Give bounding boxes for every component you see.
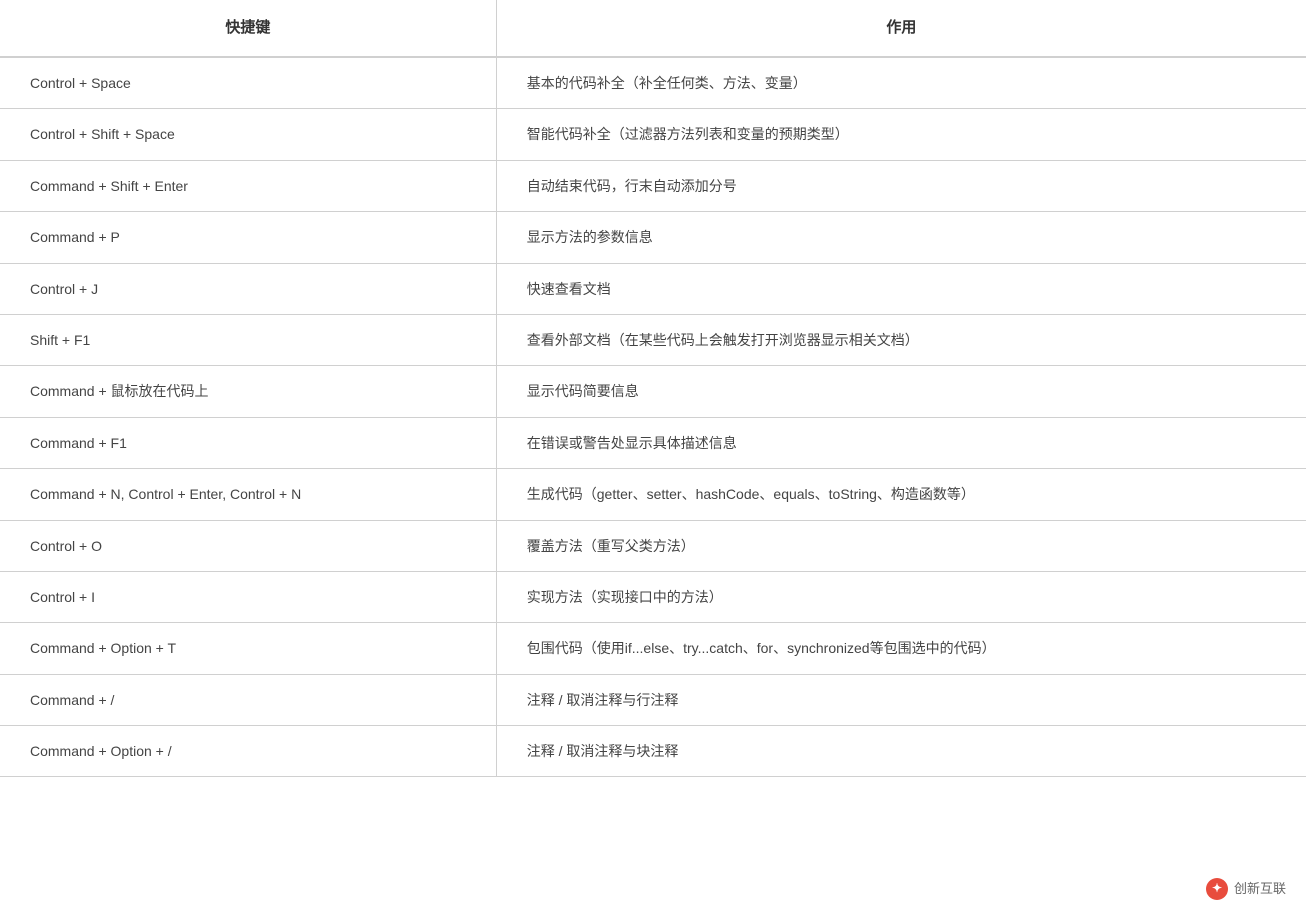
shortcut-key: Control + Shift + Space [0, 109, 496, 160]
shortcut-description: 注释 / 取消注释与块注释 [496, 726, 1306, 777]
table-row: Command + Option + /注释 / 取消注释与块注释 [0, 726, 1306, 777]
shortcut-description: 包围代码（使用if...else、try...catch、for、synchro… [496, 623, 1306, 674]
shortcut-description: 注释 / 取消注释与行注释 [496, 674, 1306, 725]
shortcut-description: 快速查看文档 [496, 263, 1306, 314]
watermark-logo-text: ✦ [1212, 879, 1222, 898]
shortcut-key: Command + Option + / [0, 726, 496, 777]
shortcut-key: Command + / [0, 674, 496, 725]
table-row: Command + F1在错误或警告处显示具体描述信息 [0, 417, 1306, 468]
shortcut-table: 快捷键 作用 Control + Space基本的代码补全（补全任何类、方法、变… [0, 0, 1306, 777]
table-row: Command + Shift + Enter自动结束代码，行末自动添加分号 [0, 160, 1306, 211]
shortcut-key: Control + I [0, 571, 496, 622]
table-row: Control + Shift + Space智能代码补全（过滤器方法列表和变量… [0, 109, 1306, 160]
shortcut-key: Shift + F1 [0, 314, 496, 365]
table-row: Control + Space基本的代码补全（补全任何类、方法、变量） [0, 57, 1306, 109]
shortcut-key: Control + J [0, 263, 496, 314]
table-row: Control + O覆盖方法（重写父类方法） [0, 520, 1306, 571]
table-row: Shift + F1查看外部文档（在某些代码上会触发打开浏览器显示相关文档） [0, 314, 1306, 365]
shortcut-description: 智能代码补全（过滤器方法列表和变量的预期类型） [496, 109, 1306, 160]
table-row: Command + /注释 / 取消注释与行注释 [0, 674, 1306, 725]
shortcut-key: Control + O [0, 520, 496, 571]
table-row: Command + 鼠标放在代码上显示代码简要信息 [0, 366, 1306, 417]
header-val: 作用 [496, 0, 1306, 57]
table-row: Command + Option + T包围代码（使用if...else、try… [0, 623, 1306, 674]
table-row: Command + P显示方法的参数信息 [0, 212, 1306, 263]
shortcut-key: Command + 鼠标放在代码上 [0, 366, 496, 417]
shortcut-key: Command + Shift + Enter [0, 160, 496, 211]
shortcut-key: Command + Option + T [0, 623, 496, 674]
shortcut-description: 覆盖方法（重写父类方法） [496, 520, 1306, 571]
watermark-logo: ✦ [1206, 878, 1228, 900]
shortcut-description: 在错误或警告处显示具体描述信息 [496, 417, 1306, 468]
shortcut-description: 基本的代码补全（补全任何类、方法、变量） [496, 57, 1306, 109]
shortcut-description: 生成代码（getter、setter、hashCode、equals、toStr… [496, 469, 1306, 520]
table-row: Command + N, Control + Enter, Control + … [0, 469, 1306, 520]
shortcut-key: Command + F1 [0, 417, 496, 468]
shortcut-description: 查看外部文档（在某些代码上会触发打开浏览器显示相关文档） [496, 314, 1306, 365]
shortcut-description: 显示方法的参数信息 [496, 212, 1306, 263]
shortcut-description: 自动结束代码，行末自动添加分号 [496, 160, 1306, 211]
watermark: ✦ 创新互联 [1206, 878, 1286, 900]
shortcut-description: 显示代码简要信息 [496, 366, 1306, 417]
shortcut-description: 实现方法（实现接口中的方法） [496, 571, 1306, 622]
shortcut-key: Control + Space [0, 57, 496, 109]
header-key: 快捷键 [0, 0, 496, 57]
page-wrapper: 快捷键 作用 Control + Space基本的代码补全（补全任何类、方法、变… [0, 0, 1306, 914]
watermark-label: 创新互联 [1234, 879, 1286, 900]
shortcut-key: Command + N, Control + Enter, Control + … [0, 469, 496, 520]
table-row: Control + J快速查看文档 [0, 263, 1306, 314]
shortcut-key: Command + P [0, 212, 496, 263]
table-row: Control + I实现方法（实现接口中的方法） [0, 571, 1306, 622]
